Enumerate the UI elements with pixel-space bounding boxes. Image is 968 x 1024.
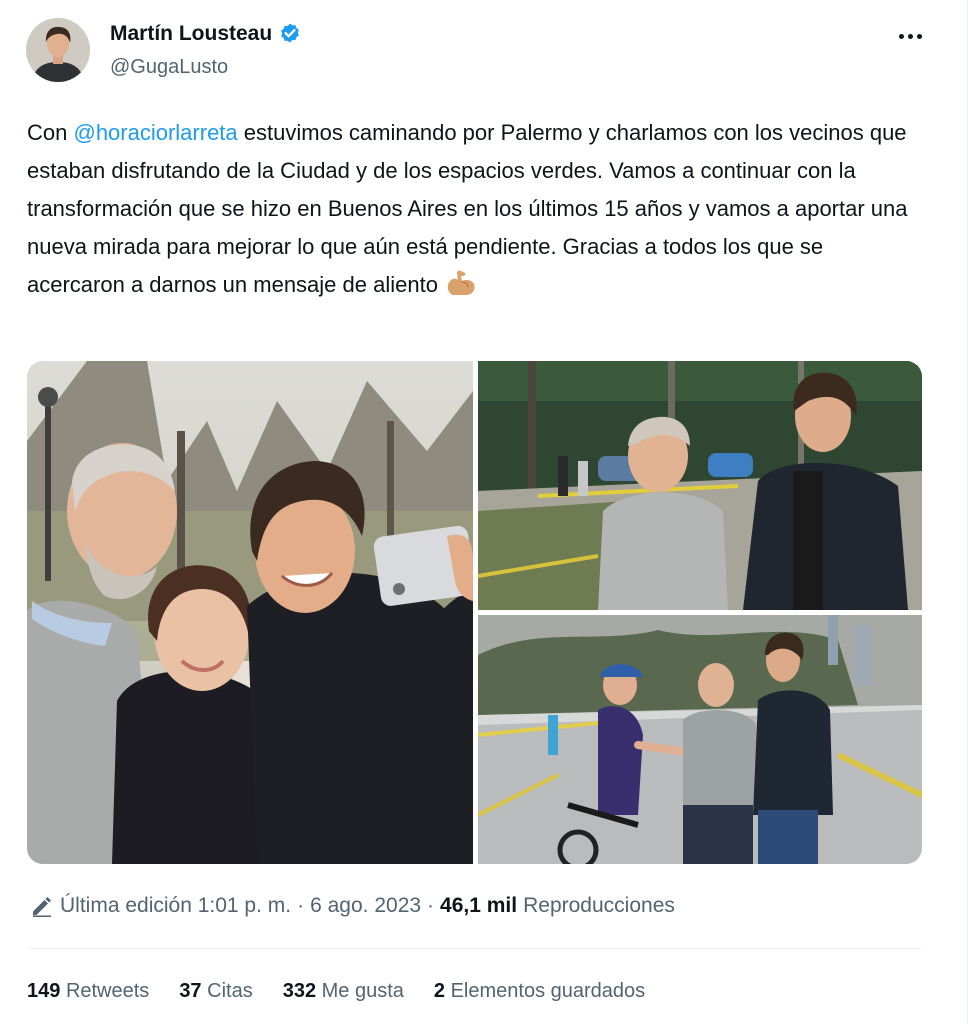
avatar[interactable] (26, 18, 90, 82)
tweet-card: Martín Lousteau @GugaLusto Con @horacior… (0, 0, 968, 1024)
stat-likes[interactable]: 332 Me gusta (283, 980, 404, 1003)
divider (27, 948, 922, 949)
engagement-stats: 149 Retweets 37 Citas 332 Me gusta 2 Ele… (27, 980, 675, 1003)
author-handle[interactable]: @GugaLusto (110, 56, 228, 79)
verified-badge-icon (278, 22, 302, 46)
edit-pencil-icon (30, 894, 54, 918)
author-display-name[interactable]: Martín Lousteau (110, 22, 272, 46)
quotes-label: Citas (207, 980, 253, 1002)
stat-bookmarks[interactable]: 2 Elementos guardados (434, 980, 645, 1003)
mention-link[interactable]: @horaciorlarreta (73, 120, 237, 145)
stat-quotes[interactable]: 37 Citas (179, 980, 252, 1003)
edit-history-link[interactable]: Última edición 1:01 p. m. (60, 894, 291, 918)
bookmarks-count: 2 (433, 980, 446, 1002)
photo-walking[interactable] (478, 361, 922, 610)
likes-label: Me gusta (321, 980, 404, 1002)
author-name-row[interactable]: Martín Lousteau (110, 22, 302, 46)
stat-retweets[interactable]: 149 Retweets (27, 980, 149, 1003)
tweet-text-before: Con (27, 120, 74, 145)
tweet-meta: Última edición 1:01 p. m. · 6 ago. 2023 … (30, 894, 675, 918)
media-grid (27, 361, 922, 864)
tweet-text: Con @horaciorlarreta estuvimos caminando… (27, 114, 927, 304)
likes-count: 332 (282, 980, 317, 1002)
tweet-date[interactable]: 6 ago. 2023 (310, 894, 421, 918)
views-count: 46,1 mil (440, 894, 518, 917)
more-options-icon[interactable] (892, 22, 928, 50)
retweets-label: Retweets (65, 980, 150, 1002)
retweets-count: 149 (27, 980, 61, 1002)
quotes-count: 37 (179, 980, 202, 1002)
meta-separator: · (297, 894, 305, 917)
photo-selfie[interactable] (27, 361, 473, 864)
flexed-biceps-emoji-icon (444, 268, 478, 298)
photo-cyclist[interactable] (478, 615, 922, 864)
meta-separator-2: · (427, 894, 435, 917)
bookmarks-label: Elementos guardados (450, 980, 646, 1002)
views-label: Reproducciones (523, 894, 675, 917)
